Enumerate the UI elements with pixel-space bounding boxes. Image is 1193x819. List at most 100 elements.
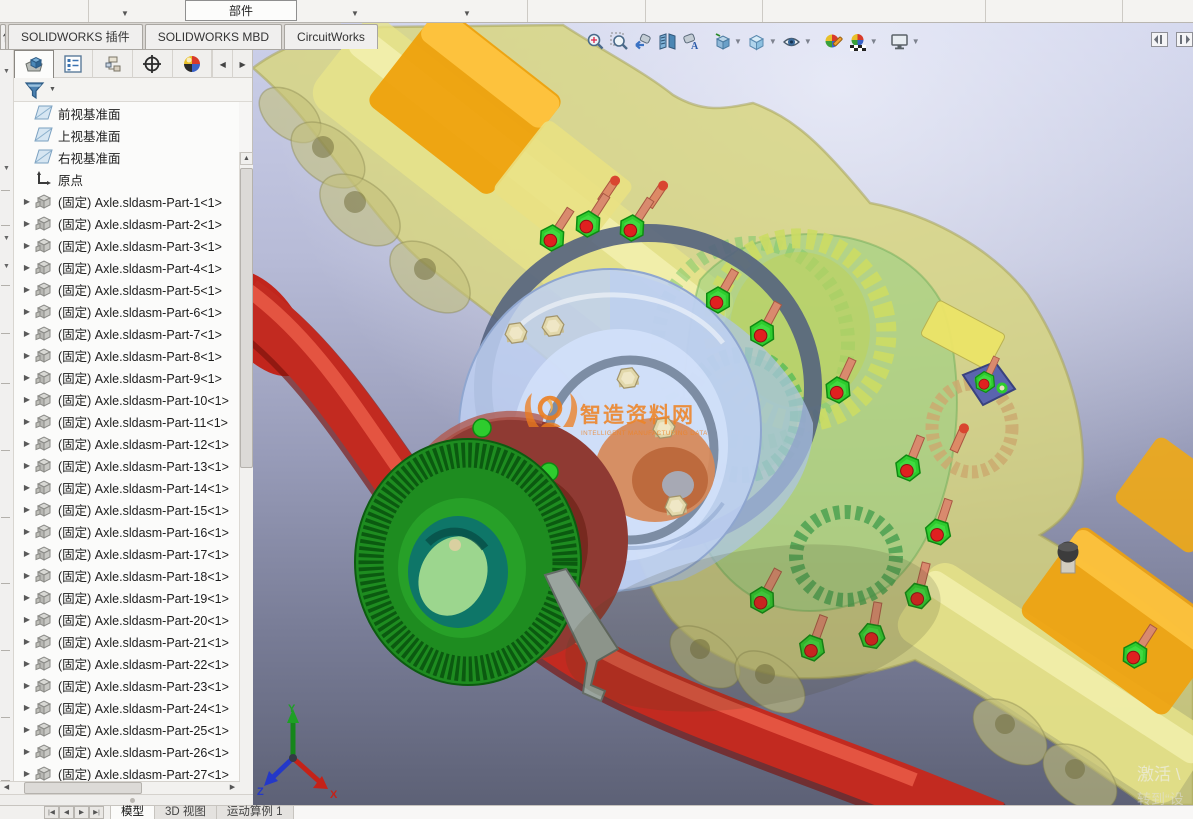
brake-drum-green-part[interactable] — [354, 438, 582, 686]
ribbon-dropdown-caret[interactable]: ▼ — [463, 9, 471, 18]
panel-splitter[interactable] — [0, 794, 253, 805]
expand-arrow-icon[interactable]: ▶ — [20, 285, 34, 294]
next-tab-button[interactable]: ▶ — [74, 806, 89, 819]
tree-item-origin[interactable]: 原点 — [14, 168, 239, 190]
horizontal-scroll-thumb[interactable] — [24, 782, 142, 794]
hide-show-items-caret[interactable]: ▼ — [804, 37, 812, 46]
tab-model[interactable]: 模型 — [110, 806, 155, 819]
apply-scene-caret[interactable]: ▼ — [870, 37, 878, 46]
tree-item-part[interactable]: ▶ (固定) Axle.sldasm-Part-10<1> — [14, 388, 239, 410]
tree-horizontal-scrollbar[interactable]: ◀ ▶ — [0, 781, 240, 794]
section-view-icon[interactable] — [655, 30, 679, 52]
scroll-left-button[interactable]: ◀ — [0, 782, 13, 794]
tab-featuremanager[interactable] — [14, 50, 54, 78]
expand-arrow-icon[interactable]: ▶ — [20, 329, 34, 338]
strip-caret[interactable]: ▼ — [3, 235, 10, 242]
tab-solidworks-addins[interactable]: SOLIDWORKS 插件 — [8, 24, 143, 49]
tab-solidworks-mbd[interactable]: SOLIDWORKS MBD — [144, 24, 283, 49]
expand-arrow-icon[interactable]: ▶ — [20, 241, 34, 250]
tree-item-part[interactable]: ▶ (固定) Axle.sldasm-Part-17<1> — [14, 542, 239, 564]
expand-arrow-icon[interactable]: ▶ — [20, 549, 34, 558]
expand-arrow-icon[interactable]: ▶ — [20, 769, 34, 778]
expand-arrow-icon[interactable]: ▶ — [20, 615, 34, 624]
apply-scene-icon[interactable] — [846, 30, 870, 52]
vertical-scroll-thumb[interactable] — [240, 168, 253, 468]
view-settings-caret[interactable]: ▼ — [912, 37, 920, 46]
tree-item-plane[interactable]: 前视基准面 — [14, 102, 239, 124]
tree-item-plane[interactable]: 上视基准面 — [14, 124, 239, 146]
expand-arrow-icon[interactable]: ▶ — [20, 483, 34, 492]
tree-item-part[interactable]: ▶ (固定) Axle.sldasm-Part-23<1> — [14, 674, 239, 696]
expand-arrow-icon[interactable]: ▶ — [20, 395, 34, 404]
expand-arrow-icon[interactable]: ▶ — [20, 461, 34, 470]
first-tab-button[interactable]: |◀ — [44, 806, 59, 819]
tree-item-part[interactable]: ▶ (固定) Axle.sldasm-Part-11<1> — [14, 410, 239, 432]
tree-item-part[interactable]: ▶ (固定) Axle.sldasm-Part-16<1> — [14, 520, 239, 542]
tree-vertical-scrollbar[interactable]: ▲ ▼ — [239, 152, 253, 819]
expand-arrow-icon[interactable]: ▶ — [20, 571, 34, 580]
expand-arrow-icon[interactable]: ▶ — [20, 593, 34, 602]
display-style-caret[interactable]: ▼ — [769, 37, 777, 46]
tree-item-part[interactable]: ▶ (固定) Axle.sldasm-Part-13<1> — [14, 454, 239, 476]
expand-arrow-icon[interactable]: ▶ — [20, 307, 34, 316]
expand-arrow-icon[interactable]: ▶ — [20, 505, 34, 514]
expand-arrow-icon[interactable]: ▶ — [20, 527, 34, 536]
expand-arrow-icon[interactable]: ▶ — [20, 747, 34, 756]
collapse-pane-left-button[interactable] — [1151, 32, 1168, 47]
tab-propertymanager[interactable] — [54, 50, 94, 78]
tab-configurationmanager[interactable] — [93, 50, 133, 78]
tree-item-part[interactable]: ▶ (固定) Axle.sldasm-Part-21<1> — [14, 630, 239, 652]
view-settings-icon[interactable] — [888, 30, 912, 52]
strip-caret[interactable]: ▼ — [3, 165, 10, 172]
tree-item-part[interactable]: ▶ (固定) Axle.sldasm-Part-24<1> — [14, 696, 239, 718]
splitter-handle[interactable] — [130, 798, 135, 803]
tree-item-part[interactable]: ▶ (固定) Axle.sldasm-Part-1<1> — [14, 190, 239, 212]
expand-arrow-icon[interactable]: ▶ — [20, 703, 34, 712]
tree-item-part[interactable]: ▶ (固定) Axle.sldasm-Part-6<1> — [14, 300, 239, 322]
view-annotations-icon[interactable]: A — [679, 30, 703, 52]
tree-item-part[interactable]: ▶ (固定) Axle.sldasm-Part-8<1> — [14, 344, 239, 366]
expand-arrow-icon[interactable]: ▶ — [20, 659, 34, 668]
expand-arrow-icon[interactable]: ▶ — [20, 263, 34, 272]
collapse-pane-right-button[interactable] — [1176, 32, 1193, 47]
tab-motion-study-1[interactable]: 运动算例 1 — [216, 806, 294, 819]
tree-item-part[interactable]: ▶ (固定) Axle.sldasm-Part-7<1> — [14, 322, 239, 344]
manager-tabs-prev-button[interactable]: ◀ — [212, 50, 232, 78]
tree-item-part[interactable]: ▶ (固定) Axle.sldasm-Part-2<1> — [14, 212, 239, 234]
previous-view-icon[interactable] — [631, 30, 655, 52]
expand-arrow-icon[interactable]: ▶ — [20, 373, 34, 382]
tree-item-part[interactable]: ▶ (固定) Axle.sldasm-Part-3<1> — [14, 234, 239, 256]
tab-circuitworks[interactable]: CircuitWorks — [284, 24, 378, 49]
tree-item-plane[interactable]: 右视基准面 — [14, 146, 239, 168]
component-button[interactable]: 部件 — [185, 0, 297, 21]
hide-show-items-icon[interactable] — [780, 30, 804, 52]
expand-arrow-icon[interactable]: ▶ — [20, 681, 34, 690]
last-tab-button[interactable]: ▶| — [89, 806, 104, 819]
tree-item-part[interactable]: ▶ (固定) Axle.sldasm-Part-12<1> — [14, 432, 239, 454]
tree-item-part[interactable]: ▶ (固定) Axle.sldasm-Part-26<1> — [14, 740, 239, 762]
expand-arrow-icon[interactable]: ▶ — [20, 637, 34, 646]
tree-item-part[interactable]: ▶ (固定) Axle.sldasm-Part-4<1> — [14, 256, 239, 278]
display-style-icon[interactable] — [745, 30, 769, 52]
strip-caret[interactable]: ▼ — [3, 68, 10, 75]
tree-item-part[interactable]: ▶ (固定) Axle.sldasm-Part-27<1> — [14, 762, 239, 781]
tree-item-part[interactable]: ▶ (固定) Axle.sldasm-Part-18<1> — [14, 564, 239, 586]
ribbon-dropdown-caret[interactable]: ▼ — [351, 9, 359, 18]
tree-item-part[interactable]: ▶ (固定) Axle.sldasm-Part-9<1> — [14, 366, 239, 388]
scroll-up-button[interactable]: ▲ — [240, 152, 253, 165]
tree-item-part[interactable]: ▶ (固定) Axle.sldasm-Part-25<1> — [14, 718, 239, 740]
edit-appearance-icon[interactable] — [822, 30, 846, 52]
tab-dimxpertmanager[interactable] — [133, 50, 173, 78]
zoom-to-fit-icon[interactable] — [583, 30, 607, 52]
tab-3d-views[interactable]: 3D 视图 — [155, 806, 217, 819]
axle-assembly-model[interactable]: 智造资料网 INTELLIGENT MANUFACTURING DATA Y Z… — [253, 23, 1193, 805]
expand-arrow-icon[interactable]: ▶ — [20, 219, 34, 228]
scroll-right-button[interactable]: ▶ — [226, 782, 239, 794]
tree-item-part[interactable]: ▶ (固定) Axle.sldasm-Part-20<1> — [14, 608, 239, 630]
manager-tabs-next-button[interactable]: ▶ — [232, 50, 252, 78]
breather-cap-part[interactable] — [1057, 541, 1079, 574]
zoom-to-area-icon[interactable] — [607, 30, 631, 52]
expand-arrow-icon[interactable]: ▶ — [20, 439, 34, 448]
tree-item-part[interactable]: ▶ (固定) Axle.sldasm-Part-5<1> — [14, 278, 239, 300]
tab-displaymanager[interactable] — [173, 50, 213, 78]
